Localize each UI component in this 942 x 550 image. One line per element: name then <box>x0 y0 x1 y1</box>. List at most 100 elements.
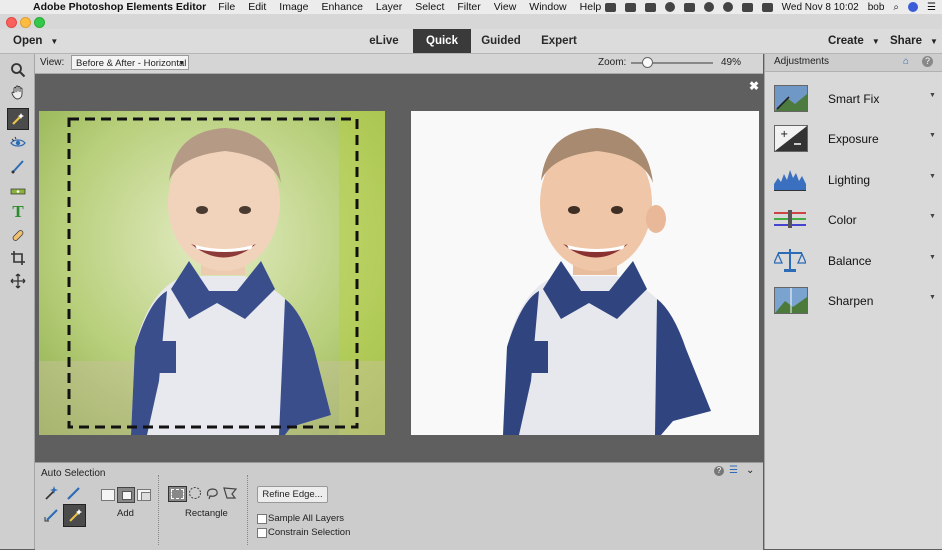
cloud-icon[interactable] <box>604 2 616 12</box>
new-selection-icon[interactable] <box>101 489 115 501</box>
chevron-down-icon: ▼ <box>929 254 936 261</box>
brush-tool-icon[interactable] <box>7 155 29 177</box>
eye-tool-icon[interactable] <box>7 132 29 154</box>
open-button[interactable]: Open ▼ <box>13 29 58 53</box>
chevron-down-icon: ▼ <box>178 60 185 67</box>
display-icon[interactable] <box>683 2 695 12</box>
subtract-from-selection-icon[interactable] <box>137 489 151 501</box>
screen-icon[interactable] <box>644 2 656 12</box>
before-image[interactable] <box>39 111 385 435</box>
sharpen-label: Sharpen <box>828 294 874 308</box>
move-icon <box>10 273 26 289</box>
adjustment-lighting[interactable]: Lighting ▼ <box>765 161 942 201</box>
tools-panel: T <box>0 54 35 549</box>
crop-tool-icon[interactable] <box>7 247 29 269</box>
zoom-slider-handle[interactable] <box>642 57 653 68</box>
spotlight-icon[interactable]: ⌕ <box>893 2 899 13</box>
wifi-icon[interactable] <box>722 2 733 12</box>
menu-view[interactable]: View <box>494 1 517 13</box>
healing-tool-icon[interactable] <box>7 224 29 246</box>
add-to-selection-icon[interactable] <box>117 487 135 503</box>
refine-edge-button[interactable]: Refine Edge... <box>257 486 328 503</box>
menu-enhance[interactable]: Enhance <box>321 1 362 13</box>
add-label: Add <box>117 508 134 519</box>
menubar-clock[interactable]: Wed Nov 8 10:02 <box>782 2 859 13</box>
macos-menubar: Adobe Photoshop Elements Editor File Edi… <box>0 0 942 14</box>
ellipse-shape-icon[interactable] <box>188 486 202 500</box>
chevron-down-icon[interactable]: ⌄ <box>746 465 754 476</box>
reset-panel-icon[interactable]: ⌂ <box>903 56 909 67</box>
zoom-label: Zoom: <box>598 57 627 68</box>
sharpen-icon <box>774 287 808 314</box>
sample-all-layers-checkbox[interactable] <box>257 514 267 524</box>
adjustment-balance[interactable]: Balance ▼ <box>765 242 942 282</box>
tab-elive[interactable]: eLive <box>358 29 410 53</box>
zoom-window-icon[interactable] <box>34 17 45 28</box>
lasso-shape-icon[interactable] <box>205 486 219 500</box>
close-window-icon[interactable] <box>6 17 17 28</box>
bin-menu-icon[interactable]: ☰ <box>729 465 738 476</box>
tab-guided[interactable]: Guided <box>472 29 530 53</box>
siri-icon[interactable] <box>908 2 919 12</box>
tab-expert[interactable]: Expert <box>531 29 587 53</box>
help-icon[interactable]: ? <box>714 466 724 476</box>
adjustments-panel: Adjustments ⌂ ? Smart Fix ▼ + Exposure ▼… <box>764 54 942 549</box>
lighting-icon <box>774 170 806 191</box>
selection-brush-icon[interactable] <box>63 483 83 503</box>
bluetooth-icon[interactable] <box>703 2 714 12</box>
straighten-tool-icon[interactable] <box>7 178 29 200</box>
menu-select[interactable]: Select <box>415 1 444 13</box>
battery-icon[interactable] <box>761 2 773 12</box>
volume-icon[interactable] <box>741 2 753 12</box>
minimize-window-icon[interactable] <box>20 17 31 28</box>
hand-tool-icon[interactable] <box>7 81 29 103</box>
canvas-area: ✖ <box>35 74 763 461</box>
notification-center-icon[interactable]: ☰ <box>927 2 936 13</box>
tab-quick[interactable]: Quick <box>413 29 471 53</box>
create-button[interactable]: Create ▼ <box>828 29 880 53</box>
chevron-down-icon: ▼ <box>929 294 936 301</box>
polygon-lasso-shape-icon[interactable] <box>223 486 237 500</box>
menu-layer[interactable]: Layer <box>376 1 402 13</box>
quick-selection-variant-icon[interactable] <box>41 483 61 503</box>
open-label: Open <box>13 35 43 47</box>
sample-all-layers-label: Sample All Layers <box>268 513 345 524</box>
chevron-down-icon: ▼ <box>929 173 936 180</box>
zoom-value: 49% <box>721 57 742 68</box>
after-image[interactable] <box>411 111 759 435</box>
balance-icon <box>774 249 806 272</box>
menu-edit[interactable]: Edit <box>248 1 266 13</box>
share-label: Share <box>890 35 922 47</box>
dropbox-icon[interactable] <box>624 2 636 12</box>
quick-selection-tool-icon[interactable] <box>7 108 29 130</box>
view-bar: View: Before & After - Horizontal ▼ Zoom… <box>35 54 763 74</box>
color-label: Color <box>828 213 857 227</box>
menu-file[interactable]: File <box>218 1 235 13</box>
lighting-label: Lighting <box>828 173 871 187</box>
menu-image[interactable]: Image <box>279 1 308 13</box>
menu-help[interactable]: Help <box>580 1 602 13</box>
close-icon[interactable]: ✖ <box>749 79 759 93</box>
chevron-down-icon: ▼ <box>929 92 936 99</box>
menu-window[interactable]: Window <box>529 1 566 13</box>
adjustment-color[interactable]: Color ▼ <box>765 201 942 241</box>
share-button[interactable]: Share ▼ <box>890 29 938 53</box>
app-name-menu[interactable]: Adobe Photoshop Elements Editor <box>33 1 206 13</box>
adjustment-smart-fix[interactable]: Smart Fix ▼ <box>765 80 942 120</box>
view-select[interactable]: Before & After - Horizontal ▼ <box>71 55 189 70</box>
type-tool-icon[interactable]: T <box>7 201 29 223</box>
menubar-user[interactable]: bob <box>868 2 885 13</box>
help-icon[interactable]: ? <box>922 56 933 67</box>
adjustment-exposure[interactable]: + Exposure ▼ <box>765 120 942 160</box>
refine-brush-icon[interactable] <box>41 505 61 525</box>
crop-icon <box>11 251 25 265</box>
rectangle-shape-icon[interactable] <box>168 486 187 502</box>
auto-selection-variant-icon[interactable] <box>63 504 86 527</box>
sync-icon[interactable] <box>664 2 675 12</box>
move-tool-icon[interactable] <box>7 270 29 292</box>
zoom-tool-icon[interactable] <box>7 59 29 81</box>
adjustment-sharpen[interactable]: Sharpen ▼ <box>765 282 942 322</box>
menu-filter[interactable]: Filter <box>457 1 480 13</box>
chevron-down-icon: ▼ <box>50 37 59 46</box>
constrain-selection-checkbox[interactable] <box>257 528 267 538</box>
